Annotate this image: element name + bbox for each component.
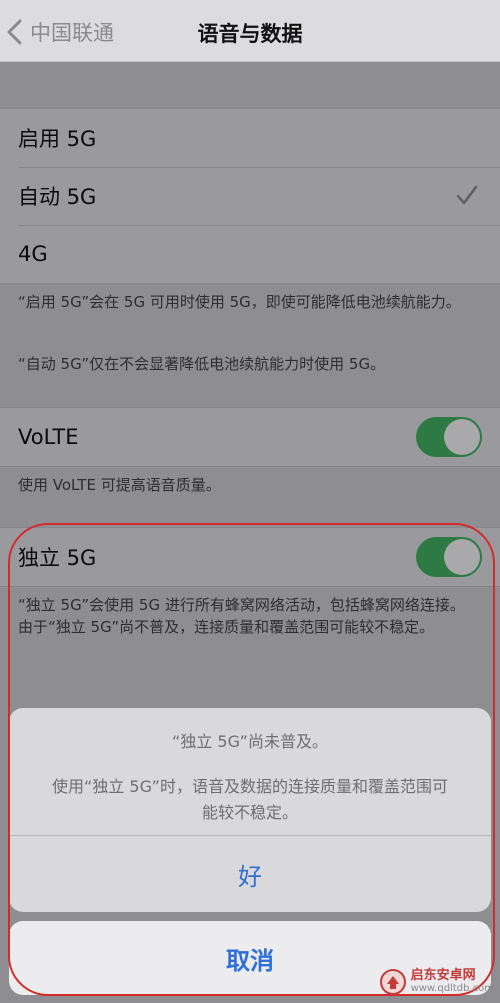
watermark-url: www.qdltdb.com [410, 983, 494, 994]
option-enable-5g[interactable]: 启用 5G [0, 109, 500, 167]
volte-footnote: 使用 VoLTE 可提高语音质量。 [18, 476, 221, 494]
alert-message: 使用“独立 5G”时，语音及数据的连接质量和覆盖范围可能较不稳定。 [52, 777, 448, 822]
watermark-logo-icon [379, 969, 406, 995]
nav-bar: 中国联通 语音与数据 [0, 0, 500, 62]
sa5g-row: 独立 5G [0, 528, 500, 586]
ok-button[interactable]: 好 [9, 836, 491, 912]
sa5g-footnote: “独立 5G”会使用 5G 进行所有蜂窝网络活动，包括蜂窝网络连接。由于“独立 … [18, 596, 465, 636]
sa5g-group: 独立 5G [0, 527, 500, 587]
volte-label: VoLTE [18, 425, 79, 449]
network-mode-footnote-1: “启用 5G”会在 5G 可用时使用 5G，即使可能降低电池续航能力。 [18, 293, 461, 311]
volte-row: VoLTE [0, 408, 500, 466]
sa5g-label: 独立 5G [18, 546, 97, 570]
checkmark-icon [456, 185, 478, 205]
page-title: 语音与数据 [197, 22, 303, 46]
option-label: 4G [18, 242, 48, 266]
sa5g-toggle[interactable] [416, 537, 482, 577]
network-mode-footnote-2: “自动 5G”仅在不会显著降低电池续航能力时使用 5G。 [18, 355, 386, 373]
option-auto-5g[interactable]: 自动 5G [0, 167, 500, 225]
option-4g[interactable]: 4G [0, 225, 500, 283]
option-label: 启用 5G [18, 127, 97, 151]
option-label: 自动 5G [18, 185, 97, 209]
toggle-knob [444, 419, 480, 455]
alert-sheet: “独立 5G”尚未普及。 使用“独立 5G”时，语音及数据的连接质量和覆盖范围可… [9, 708, 491, 912]
watermark-name: 启东安卓网 [410, 968, 476, 983]
watermark: 启东安卓网 www.qdltdb.com [379, 967, 494, 997]
network-mode-group: 启用 5G 自动 5G 4G [0, 108, 500, 284]
volte-group: VoLTE [0, 407, 500, 467]
alert-title: “独立 5G”尚未普及。 [172, 732, 328, 751]
volte-toggle[interactable] [416, 417, 482, 457]
toggle-knob [444, 539, 480, 575]
